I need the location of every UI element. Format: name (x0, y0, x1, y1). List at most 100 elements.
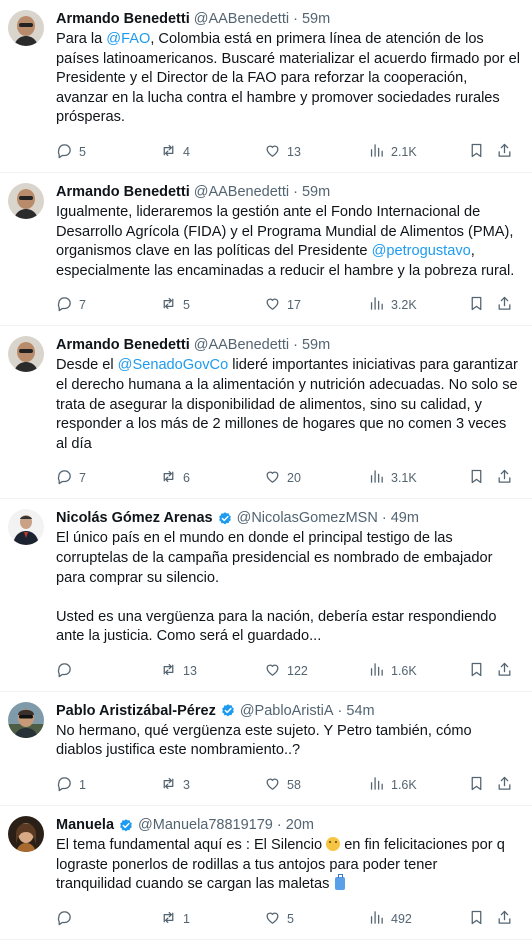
tweet[interactable]: Armando Benedetti @AABenedetti · 59m Desde e… (0, 326, 532, 500)
bookmark-button[interactable] (468, 468, 496, 488)
mention-link[interactable]: @SenadoGovCo (118, 357, 229, 373)
share-button[interactable] (496, 142, 516, 162)
reply-button[interactable] (56, 661, 160, 681)
like-button[interactable]: 13 (264, 142, 368, 162)
like-button[interactable]: 17 (264, 295, 368, 315)
repost-button[interactable]: 13 (160, 661, 264, 681)
bookmark-button[interactable] (468, 661, 496, 681)
action-bar: 13 122 1.6K (56, 651, 520, 691)
like-button[interactable]: 5 (264, 909, 368, 929)
bookmark-button[interactable] (468, 295, 496, 315)
reply-count: 7 (79, 298, 86, 313)
reply-button[interactable]: 7 (56, 295, 160, 315)
timestamp[interactable]: 49m (391, 509, 419, 528)
timestamp[interactable]: 54m (346, 702, 374, 721)
share-button[interactable] (496, 468, 516, 488)
tweet[interactable]: Manuela @Manuela78819179 · 20m El tema funda… (0, 806, 532, 940)
author-handle[interactable]: @Manuela78819179 (138, 816, 273, 835)
like-button[interactable]: 58 (264, 775, 368, 795)
repost-button[interactable]: 5 (160, 295, 264, 315)
tweet-text-segment: El único país en el mundo en donde el pr… (56, 530, 497, 645)
author-name[interactable]: Pablo Aristizábal-Pérez (56, 702, 216, 721)
tweet-text-segment: Para la (56, 31, 107, 47)
share-icon (496, 295, 513, 315)
avatar[interactable] (8, 701, 44, 738)
repost-count: 4 (183, 144, 190, 159)
reply-button[interactable]: 5 (56, 142, 160, 162)
avatar[interactable] (8, 509, 44, 546)
avatar[interactable] (8, 816, 44, 853)
author-name[interactable]: Armando Benedetti (56, 336, 190, 355)
views-button[interactable]: 3.1K (368, 468, 468, 488)
views-icon (368, 909, 385, 929)
views-icon (368, 142, 385, 162)
reply-icon (56, 661, 73, 681)
views-button[interactable]: 1.6K (368, 775, 468, 795)
views-icon (368, 468, 385, 488)
separator-dot: · (276, 817, 282, 834)
mention-link[interactable]: @petrogustavo (372, 243, 471, 259)
author-handle[interactable]: @NicolasGomezMSN (237, 509, 378, 528)
author-handle[interactable]: @AABenedetti (194, 183, 289, 202)
reply-button[interactable]: 7 (56, 468, 160, 488)
author-name[interactable]: Nicolás Gómez Arenas (56, 509, 213, 528)
face-without-mouth-emoji-icon (326, 837, 341, 852)
repost-icon (160, 468, 177, 488)
reply-count: 7 (79, 471, 86, 486)
bookmark-button[interactable] (468, 775, 496, 795)
share-button[interactable] (496, 909, 516, 929)
author-name[interactable]: Armando Benedetti (56, 183, 190, 202)
share-button[interactable] (496, 295, 516, 315)
share-icon (496, 468, 513, 488)
author-name[interactable]: Armando Benedetti (56, 10, 190, 29)
bookmark-button[interactable] (468, 142, 496, 162)
tweet-header: Armando Benedetti @AABenedetti · 59m (56, 10, 520, 29)
tweet[interactable]: Nicolás Gómez Arenas @NicolasGomezMSN · 49m… (0, 499, 532, 692)
tweet-text: El único país en el mundo en donde el pr… (56, 529, 520, 647)
repost-button[interactable]: 3 (160, 775, 264, 795)
repost-button[interactable]: 1 (160, 909, 264, 929)
like-count: 122 (287, 663, 308, 678)
author-handle[interactable]: @PabloAristiA (240, 702, 334, 721)
action-bar: 7 5 17 3.2K (56, 285, 520, 325)
mention-link[interactable]: @FAO (106, 31, 150, 47)
bookmark-icon (468, 142, 485, 162)
tweet-text-segment: El tema fundamental aquí es : El Silenci… (56, 837, 327, 854)
avatar[interactable] (8, 10, 44, 46)
timestamp[interactable]: 20m (286, 816, 314, 835)
like-count: 58 (287, 778, 301, 793)
author-name[interactable]: Manuela (56, 816, 114, 835)
views-button[interactable]: 1.6K (368, 661, 468, 681)
avatar[interactable] (8, 182, 44, 219)
like-count: 20 (287, 471, 301, 486)
verified-badge-icon (221, 704, 234, 717)
tweet[interactable]: Pablo Aristizábal-Pérez @PabloAristiA · 54m… (0, 692, 532, 807)
views-count: 2.1K (391, 144, 417, 159)
reply-button[interactable] (56, 909, 160, 929)
author-handle[interactable]: @AABenedetti (194, 336, 289, 355)
author-handle[interactable]: @AABenedetti (194, 10, 289, 29)
share-button[interactable] (496, 775, 516, 795)
repost-icon (160, 661, 177, 681)
repost-button[interactable]: 6 (160, 468, 264, 488)
verified-badge-icon (218, 512, 231, 525)
timestamp[interactable]: 59m (302, 183, 330, 202)
bookmark-button[interactable] (468, 909, 496, 929)
views-button[interactable]: 3.2K (368, 295, 468, 315)
views-button[interactable]: 2.1K (368, 142, 468, 162)
share-icon (496, 661, 513, 681)
timestamp[interactable]: 59m (302, 10, 330, 29)
bookmark-icon (468, 775, 485, 795)
timestamp[interactable]: 59m (302, 336, 330, 355)
like-button[interactable]: 20 (264, 468, 368, 488)
views-button[interactable]: 492 (368, 909, 468, 929)
tweet[interactable]: Armando Benedetti @AABenedetti · 59m Para la… (0, 0, 532, 173)
like-button[interactable]: 122 (264, 661, 368, 681)
repost-button[interactable]: 4 (160, 142, 264, 162)
reply-button[interactable]: 1 (56, 775, 160, 795)
tweet[interactable]: Armando Benedetti @AABenedetti · 59m Igualme… (0, 173, 532, 327)
avatar[interactable] (8, 336, 44, 373)
action-bar: 1 3 58 1.6K (56, 765, 520, 805)
views-icon (368, 661, 385, 681)
share-button[interactable] (496, 661, 516, 681)
